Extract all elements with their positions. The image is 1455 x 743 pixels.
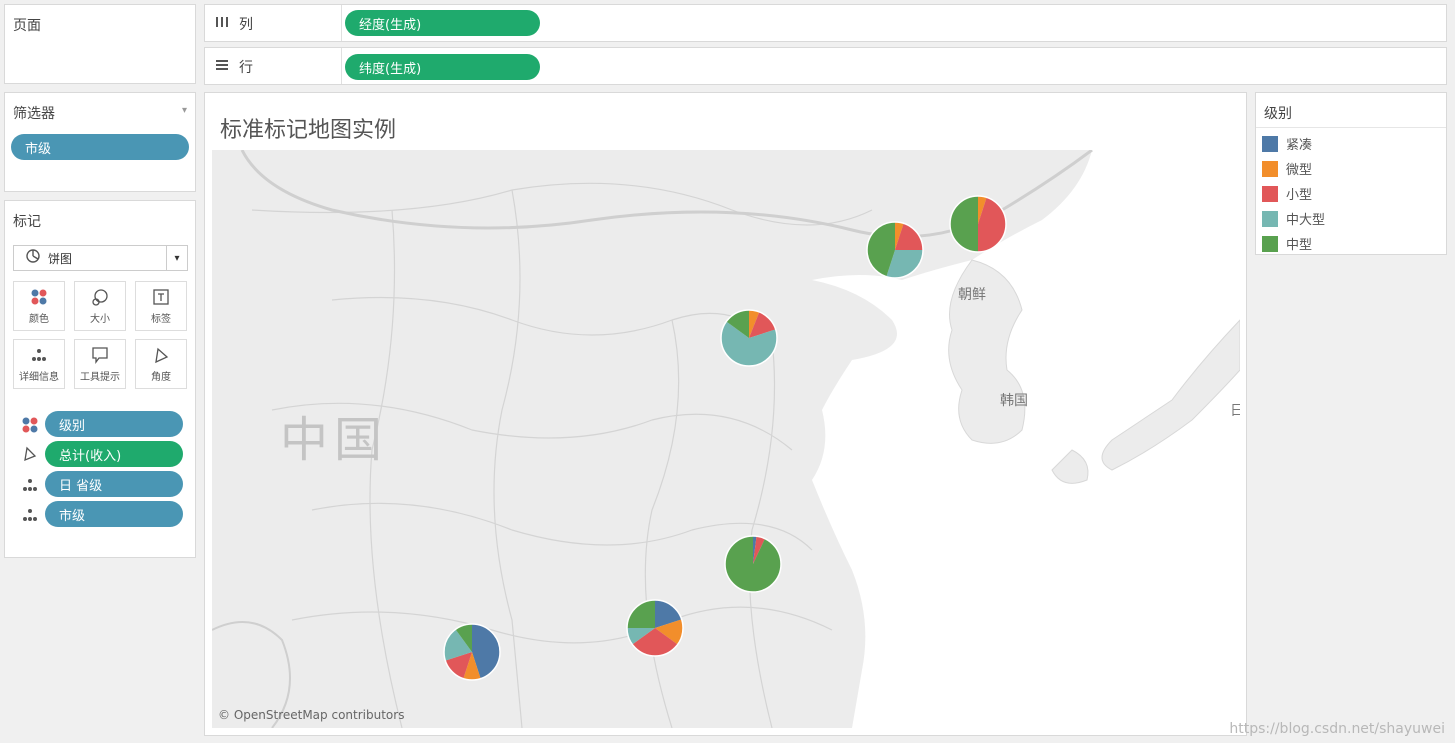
detail-button[interactable]: 详细信息 bbox=[13, 339, 65, 389]
tooltip-icon bbox=[91, 346, 109, 364]
pages-panel-title: 页面 bbox=[13, 18, 41, 34]
columns-shelf[interactable]: 列 经度(生成) bbox=[204, 4, 1447, 42]
pie-marker[interactable] bbox=[720, 309, 778, 367]
legend-swatch bbox=[1262, 235, 1278, 252]
columns-shelf-label: 列 bbox=[239, 17, 253, 33]
marks-field-revenue[interactable]: 总计(收入) bbox=[45, 441, 183, 467]
panel-menu-icon[interactable]: ▾ bbox=[182, 105, 187, 116]
columns-icon bbox=[215, 15, 229, 33]
chevron-down-icon: ▾ bbox=[166, 246, 187, 270]
legend-swatch bbox=[1262, 185, 1278, 202]
tooltip-button[interactable]: 工具提示 bbox=[74, 339, 126, 389]
detail-icon bbox=[21, 476, 39, 498]
legend-label: 小型 bbox=[1286, 188, 1313, 203]
legend-item[interactable]: 中大型 bbox=[1262, 209, 1325, 228]
legend-swatch bbox=[1262, 210, 1278, 227]
angle-icon bbox=[22, 446, 38, 466]
pie-marker[interactable] bbox=[443, 623, 501, 681]
view-title: 标准标记地图实例 bbox=[220, 118, 397, 143]
latitude-pill[interactable]: 纬度(生成) bbox=[345, 54, 540, 80]
legend-swatch bbox=[1262, 160, 1278, 177]
longitude-pill[interactable]: 经度(生成) bbox=[345, 10, 540, 36]
legend-item[interactable]: 紧凑 bbox=[1262, 134, 1312, 153]
legend-label: 中大型 bbox=[1286, 213, 1326, 228]
map-attribution: © OpenStreetMap contributors bbox=[218, 708, 405, 722]
pie-marker[interactable] bbox=[866, 221, 924, 279]
legend-label: 紧凑 bbox=[1286, 138, 1313, 153]
pie-marker[interactable] bbox=[949, 195, 1007, 253]
marks-field-city[interactable]: 市级 bbox=[45, 501, 183, 527]
marks-panel-title: 标记 bbox=[13, 214, 41, 230]
rows-shelf-label: 行 bbox=[239, 60, 253, 76]
legend-item[interactable]: 小型 bbox=[1262, 184, 1312, 203]
color-button[interactable]: 颜色 bbox=[13, 281, 65, 331]
rows-icon bbox=[215, 58, 229, 76]
color-icon bbox=[21, 416, 39, 438]
label-button[interactable]: 标签 bbox=[135, 281, 187, 331]
pie-icon bbox=[26, 249, 40, 267]
detail-button-label: 详细信息 bbox=[19, 371, 59, 383]
angle-icon bbox=[152, 346, 170, 364]
label-icon bbox=[152, 288, 170, 306]
pie-marker[interactable] bbox=[724, 535, 782, 593]
legend-label: 微型 bbox=[1286, 163, 1313, 178]
legend-title: 级别 bbox=[1264, 106, 1292, 122]
pie-marker[interactable] bbox=[626, 599, 684, 657]
pie-slice[interactable] bbox=[950, 196, 978, 252]
rows-shelf[interactable]: 行 纬度(生成) bbox=[204, 47, 1447, 85]
legend-item[interactable]: 中型 bbox=[1262, 234, 1312, 253]
legend-label: 中型 bbox=[1286, 238, 1313, 253]
angle-button[interactable]: 角度 bbox=[135, 339, 187, 389]
detail-icon bbox=[21, 506, 39, 528]
marks-field-province[interactable]: 日 省级 bbox=[45, 471, 183, 497]
detail-icon bbox=[30, 346, 48, 364]
filters-panel-title: 筛选器 bbox=[13, 106, 55, 122]
color-icon bbox=[30, 288, 48, 306]
filters-panel: 筛选器 ▾ 市级 bbox=[4, 92, 196, 192]
watermark: https://blog.csdn.net/shayuwei bbox=[1229, 721, 1445, 737]
legend-swatch bbox=[1262, 135, 1278, 152]
label-button-label: 标签 bbox=[151, 313, 171, 325]
color-button-label: 颜色 bbox=[29, 313, 49, 325]
marks-field-level[interactable]: 级别 bbox=[45, 411, 183, 437]
tooltip-button-label: 工具提示 bbox=[80, 371, 120, 383]
marks-panel: 标记 饼图 ▾ 颜色 大小 标签 详细信息 工具提示 角度 级别 总计(收入) … bbox=[4, 200, 196, 558]
angle-button-label: 角度 bbox=[151, 371, 171, 383]
mark-type-dropdown[interactable]: 饼图 ▾ bbox=[13, 245, 188, 271]
legend-item[interactable]: 微型 bbox=[1262, 159, 1312, 178]
map-canvas[interactable]: 中国 朝鲜 韩国 日 © OpenStreetMap contributors bbox=[212, 150, 1240, 728]
pages-panel: 页面 bbox=[4, 4, 196, 84]
size-button-label: 大小 bbox=[90, 313, 110, 325]
size-button[interactable]: 大小 bbox=[74, 281, 126, 331]
pie-markers[interactable] bbox=[212, 150, 1240, 728]
size-icon bbox=[91, 288, 109, 306]
mark-type-label: 饼图 bbox=[48, 251, 73, 266]
filter-pill-city[interactable]: 市级 bbox=[11, 134, 189, 160]
color-legend: 级别 紧凑 微型 小型 中大型 中型 bbox=[1255, 92, 1447, 255]
